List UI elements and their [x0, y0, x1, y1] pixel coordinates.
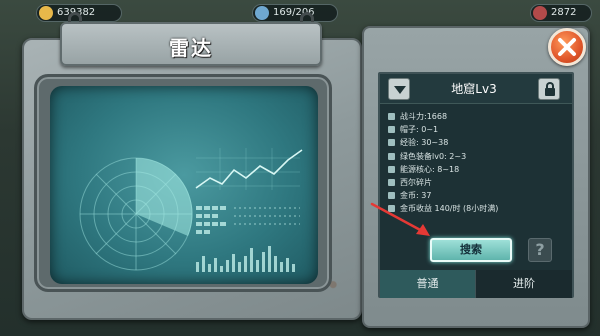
- radar-sweep: [136, 157, 193, 236]
- tab-advanced[interactable]: 进阶: [476, 270, 572, 298]
- list-item: 帽子: 0~1: [386, 123, 572, 136]
- population-counter: 169/206: [252, 4, 338, 22]
- stat-green-gear: 绿色装备lv0: 2~3: [400, 151, 467, 161]
- list-item: 经验: 30~38: [386, 136, 572, 149]
- equalizer-bars: [196, 246, 295, 272]
- level-dropdown-button[interactable]: [388, 78, 410, 100]
- annotation-arrow: [366, 198, 438, 242]
- list-item: 西尔碎片: [386, 176, 572, 189]
- graph-grid: [196, 148, 300, 190]
- bullet-icon: [388, 139, 395, 147]
- bullet-icon: [388, 178, 395, 186]
- level-title: 地窟Lv3: [451, 82, 497, 96]
- question-mark-icon: ?: [535, 240, 545, 259]
- lock-button[interactable]: [538, 78, 560, 100]
- search-button[interactable]: 搜索: [430, 238, 512, 262]
- list-item: 绿色装备lv0: 2~3: [386, 150, 572, 163]
- close-button[interactable]: [548, 28, 586, 66]
- close-icon: [558, 38, 576, 56]
- trend-line: [195, 149, 303, 189]
- game-screen: 639382 169/206 2872 雷达 地窟Lv3 战斗力:1668 帽子…: [0, 0, 600, 336]
- bullet-icon: [388, 113, 395, 120]
- bullet-icon: [388, 126, 395, 134]
- stat-hat: 帽子: 0~1: [400, 125, 439, 135]
- stat-shards: 西尔碎片: [400, 177, 432, 187]
- data-blocks: [196, 206, 226, 234]
- help-button[interactable]: ?: [528, 238, 552, 262]
- bullet-icon: [388, 152, 395, 160]
- dotted-lines: [234, 207, 300, 225]
- red-arrow-icon: [370, 202, 430, 236]
- coin-icon: [39, 6, 53, 20]
- stat-exp: 经验: 30~38: [400, 138, 449, 148]
- title-plate: 雷达: [60, 22, 322, 66]
- gem-counter: 2872: [530, 4, 592, 22]
- gem-icon: [533, 6, 547, 20]
- list-item: 战斗力:1668: [386, 110, 572, 123]
- radar-display: [79, 148, 303, 272]
- page-title: 雷达: [169, 36, 213, 60]
- stat-power: 战斗力:1668: [400, 112, 448, 121]
- population-icon: [255, 6, 269, 20]
- tab-normal[interactable]: 普通: [380, 270, 476, 298]
- gem-amount: 2872: [551, 7, 577, 18]
- radar-screen: [50, 86, 318, 284]
- lock-icon-body: [545, 88, 555, 96]
- list-item: 能源核心: 8~18: [386, 163, 572, 176]
- stat-energy-core: 能源核心: 8~18: [400, 164, 460, 174]
- bullet-icon: [388, 165, 395, 173]
